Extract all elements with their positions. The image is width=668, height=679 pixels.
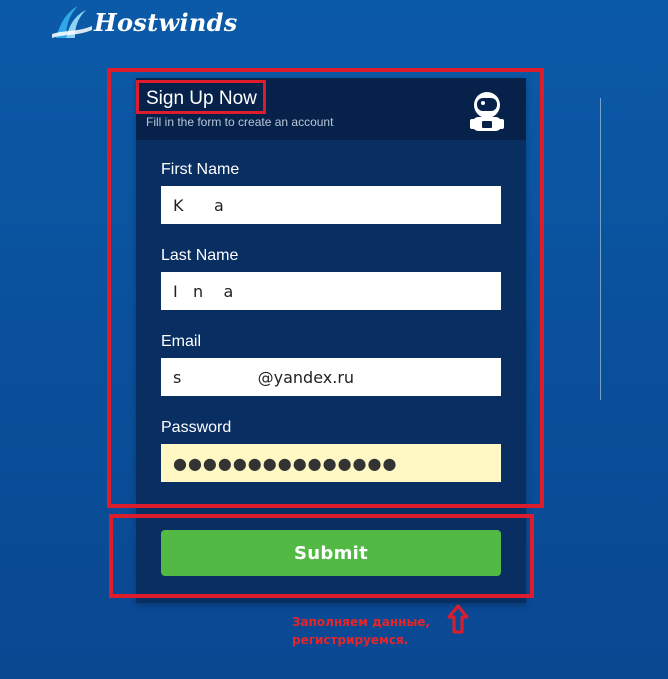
annotation-text: Заполняем данные, регистрируемся. bbox=[292, 613, 430, 649]
hostwinds-wave-icon bbox=[52, 6, 92, 38]
up-arrow-icon bbox=[447, 604, 469, 634]
form-highlight-box bbox=[107, 68, 544, 508]
submit-highlight-box bbox=[109, 514, 534, 598]
brand-logo[interactable]: Hostwinds bbox=[52, 4, 238, 40]
brand-name: Hostwinds bbox=[94, 7, 238, 37]
annotation-line-1: Заполняем данные, bbox=[292, 615, 430, 629]
page-divider bbox=[600, 98, 601, 400]
annotation-line-2: регистрируемся. bbox=[292, 633, 409, 647]
